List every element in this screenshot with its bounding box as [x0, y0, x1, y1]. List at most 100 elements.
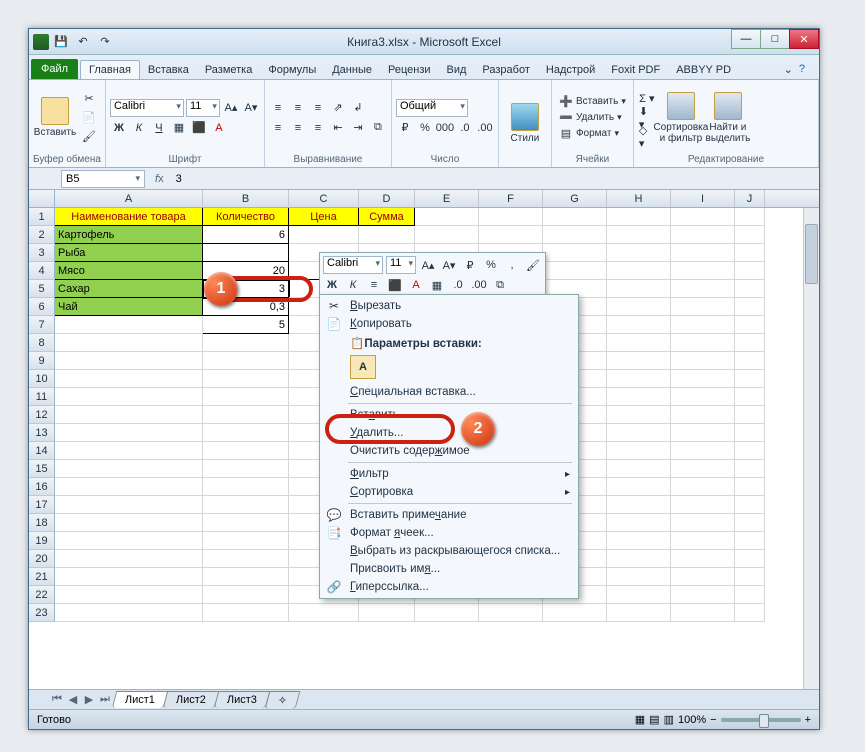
mini-shrink-icon[interactable]: A▾	[440, 256, 458, 274]
cell[interactable]	[203, 424, 289, 442]
cell[interactable]	[671, 550, 735, 568]
ctx-define-name[interactable]: Присвоить имя...	[320, 560, 578, 578]
indent-inc-icon[interactable]: ⇥	[349, 119, 367, 137]
mini-grow-icon[interactable]: A▴	[419, 256, 437, 274]
mini-inc-dec-icon[interactable]: .0	[449, 276, 467, 294]
font-color-icon[interactable]: A	[210, 119, 228, 137]
cell[interactable]	[671, 604, 735, 622]
undo-button[interactable]: ↶	[73, 32, 93, 52]
ctx-hyperlink[interactable]: 🔗Гиперссылка...	[320, 578, 578, 596]
cell[interactable]	[203, 334, 289, 352]
cell[interactable]	[607, 424, 671, 442]
cell[interactable]	[55, 496, 203, 514]
cell[interactable]	[55, 460, 203, 478]
col-header-D[interactable]: D	[359, 190, 415, 207]
cell[interactable]	[607, 604, 671, 622]
vertical-scrollbar[interactable]	[803, 208, 819, 714]
tab-abbyy[interactable]: ABBYY PD	[668, 61, 739, 79]
cell[interactable]	[203, 514, 289, 532]
cell[interactable]	[671, 226, 735, 244]
cell[interactable]	[55, 586, 203, 604]
cell[interactable]	[607, 352, 671, 370]
minimize-button[interactable]: —	[731, 29, 761, 49]
cell[interactable]: Сахар	[55, 280, 203, 298]
styles-button[interactable]: Стили	[503, 90, 547, 156]
cell[interactable]	[289, 226, 359, 244]
cell[interactable]	[607, 586, 671, 604]
ctx-paste-special[interactable]: Специальная вставка...	[320, 383, 578, 401]
cell[interactable]	[543, 244, 607, 262]
fx-icon[interactable]: fx	[149, 173, 170, 185]
col-header-F[interactable]: F	[479, 190, 543, 207]
mini-percent-icon[interactable]: %	[482, 256, 500, 274]
row-header[interactable]: 9	[29, 352, 55, 370]
cell[interactable]	[543, 226, 607, 244]
cell[interactable]	[203, 244, 289, 262]
cell[interactable]	[203, 568, 289, 586]
copy-icon[interactable]: 📄	[80, 109, 98, 127]
cell[interactable]	[735, 352, 765, 370]
cell[interactable]	[607, 442, 671, 460]
cell[interactable]	[203, 550, 289, 568]
cell[interactable]	[607, 280, 671, 298]
cell[interactable]	[735, 496, 765, 514]
cell[interactable]	[55, 478, 203, 496]
cell[interactable]	[203, 496, 289, 514]
grow-font-icon[interactable]: A▴	[222, 99, 240, 117]
ctx-delete[interactable]: Удалить...	[320, 424, 578, 442]
cell[interactable]	[671, 442, 735, 460]
tab-developer[interactable]: Разработ	[474, 61, 537, 79]
cell[interactable]: 5	[203, 316, 289, 334]
sheet-nav-prev[interactable]: ◀	[65, 693, 81, 706]
cell[interactable]	[671, 514, 735, 532]
cell[interactable]	[55, 406, 203, 424]
align-top-icon[interactable]: ≡	[269, 99, 287, 117]
col-header-C[interactable]: C	[289, 190, 359, 207]
row-header[interactable]: 5	[29, 280, 55, 298]
ctx-sort[interactable]: Сортировка	[320, 483, 578, 501]
ctx-insert-comment[interactable]: 💬Вставить примечание	[320, 506, 578, 524]
cell[interactable]	[607, 226, 671, 244]
ribbon-minimize-icon[interactable]: ⌄	[784, 63, 793, 76]
mini-font-combo[interactable]: Calibri	[323, 256, 383, 274]
mini-size-combo[interactable]: 11	[386, 256, 416, 274]
cell[interactable]	[415, 226, 479, 244]
help-icon[interactable]: ?	[799, 63, 805, 76]
view-normal-icon[interactable]: ▦	[635, 713, 645, 726]
cell[interactable]	[203, 532, 289, 550]
tab-review[interactable]: Рецензи	[380, 61, 439, 79]
cell[interactable]	[671, 334, 735, 352]
cell[interactable]: Мясо	[55, 262, 203, 280]
cell[interactable]	[203, 352, 289, 370]
formula-input[interactable]: 3	[170, 173, 819, 185]
row-header[interactable]: 16	[29, 478, 55, 496]
cell[interactable]	[735, 532, 765, 550]
cell[interactable]	[735, 550, 765, 568]
cell[interactable]	[203, 604, 289, 622]
font-size-combo[interactable]: 11	[186, 99, 220, 117]
col-header-I[interactable]: I	[671, 190, 735, 207]
cell[interactable]	[735, 280, 765, 298]
cell[interactable]	[55, 424, 203, 442]
cell[interactable]	[735, 316, 765, 334]
cell[interactable]	[735, 514, 765, 532]
cell[interactable]	[479, 226, 543, 244]
dec-decimal-icon[interactable]: .00	[476, 119, 494, 137]
tab-insert[interactable]: Вставка	[140, 61, 197, 79]
cell[interactable]	[607, 568, 671, 586]
cell[interactable]	[671, 406, 735, 424]
cell[interactable]	[607, 370, 671, 388]
cell[interactable]	[671, 532, 735, 550]
cell[interactable]	[55, 442, 203, 460]
row-header[interactable]: 20	[29, 550, 55, 568]
ctx-pick-from-list[interactable]: Выбрать из раскрывающегося списка...	[320, 542, 578, 560]
cell[interactable]	[735, 586, 765, 604]
cell[interactable]: Цена	[289, 208, 359, 226]
align-left-icon[interactable]: ≡	[269, 119, 287, 137]
align-mid-icon[interactable]: ≡	[289, 99, 307, 117]
cell[interactable]	[671, 298, 735, 316]
cell[interactable]	[479, 604, 543, 622]
name-box[interactable]: B5	[61, 170, 145, 188]
cell[interactable]	[671, 568, 735, 586]
cell[interactable]	[55, 568, 203, 586]
